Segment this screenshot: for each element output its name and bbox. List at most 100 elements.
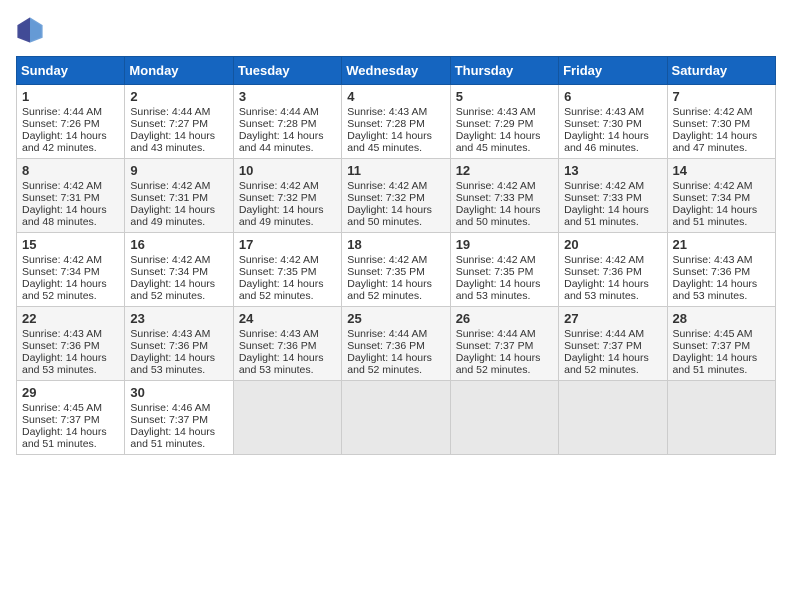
day-number: 16 [130, 237, 227, 252]
sunset-label: Sunset: 7:33 PM [564, 192, 642, 204]
sunset-label: Sunset: 7:32 PM [239, 192, 317, 204]
calendar-cell: 1 Sunrise: 4:44 AM Sunset: 7:26 PM Dayli… [17, 85, 125, 159]
day-number: 18 [347, 237, 444, 252]
day-number: 23 [130, 311, 227, 326]
sunset-label: Sunset: 7:37 PM [22, 414, 100, 426]
sunrise-label: Sunrise: 4:43 AM [347, 106, 427, 118]
day-number: 25 [347, 311, 444, 326]
daylight-label: Daylight: 14 hours and 52 minutes. [456, 352, 541, 376]
calendar-week-row: 1 Sunrise: 4:44 AM Sunset: 7:26 PM Dayli… [17, 85, 776, 159]
daylight-label: Daylight: 14 hours and 43 minutes. [130, 130, 215, 154]
sunrise-label: Sunrise: 4:43 AM [564, 106, 644, 118]
sunrise-label: Sunrise: 4:42 AM [22, 254, 102, 266]
day-number: 19 [456, 237, 553, 252]
daylight-label: Daylight: 14 hours and 52 minutes. [564, 352, 649, 376]
calendar-cell: 18 Sunrise: 4:42 AM Sunset: 7:35 PM Dayl… [342, 233, 450, 307]
sunrise-label: Sunrise: 4:46 AM [130, 402, 210, 414]
day-number: 11 [347, 163, 444, 178]
calendar-cell: 6 Sunrise: 4:43 AM Sunset: 7:30 PM Dayli… [559, 85, 667, 159]
weekday-header-row: SundayMondayTuesdayWednesdayThursdayFrid… [17, 57, 776, 85]
sunrise-label: Sunrise: 4:43 AM [130, 328, 210, 340]
daylight-label: Daylight: 14 hours and 50 minutes. [456, 204, 541, 228]
daylight-label: Daylight: 14 hours and 45 minutes. [456, 130, 541, 154]
calendar-cell [342, 381, 450, 455]
day-number: 9 [130, 163, 227, 178]
sunrise-label: Sunrise: 4:45 AM [673, 328, 753, 340]
calendar-cell: 10 Sunrise: 4:42 AM Sunset: 7:32 PM Dayl… [233, 159, 341, 233]
day-number: 10 [239, 163, 336, 178]
weekday-header: Saturday [667, 57, 775, 85]
day-number: 26 [456, 311, 553, 326]
day-number: 14 [673, 163, 770, 178]
daylight-label: Daylight: 14 hours and 53 minutes. [130, 352, 215, 376]
weekday-header: Tuesday [233, 57, 341, 85]
calendar-cell: 14 Sunrise: 4:42 AM Sunset: 7:34 PM Dayl… [667, 159, 775, 233]
weekday-header: Thursday [450, 57, 558, 85]
calendar-cell: 17 Sunrise: 4:42 AM Sunset: 7:35 PM Dayl… [233, 233, 341, 307]
sunset-label: Sunset: 7:35 PM [347, 266, 425, 278]
daylight-label: Daylight: 14 hours and 49 minutes. [130, 204, 215, 228]
daylight-label: Daylight: 14 hours and 51 minutes. [564, 204, 649, 228]
day-number: 15 [22, 237, 119, 252]
sunrise-label: Sunrise: 4:44 AM [347, 328, 427, 340]
day-number: 29 [22, 385, 119, 400]
day-number: 2 [130, 89, 227, 104]
sunrise-label: Sunrise: 4:43 AM [456, 106, 536, 118]
sunset-label: Sunset: 7:36 PM [22, 340, 100, 352]
calendar-cell: 7 Sunrise: 4:42 AM Sunset: 7:30 PM Dayli… [667, 85, 775, 159]
sunset-label: Sunset: 7:37 PM [130, 414, 208, 426]
weekday-header: Sunday [17, 57, 125, 85]
sunrise-label: Sunrise: 4:43 AM [673, 254, 753, 266]
sunrise-label: Sunrise: 4:42 AM [673, 180, 753, 192]
day-number: 5 [456, 89, 553, 104]
calendar-cell: 15 Sunrise: 4:42 AM Sunset: 7:34 PM Dayl… [17, 233, 125, 307]
page-header [16, 16, 776, 44]
calendar-cell [667, 381, 775, 455]
daylight-label: Daylight: 14 hours and 53 minutes. [22, 352, 107, 376]
daylight-label: Daylight: 14 hours and 47 minutes. [673, 130, 758, 154]
calendar-cell: 2 Sunrise: 4:44 AM Sunset: 7:27 PM Dayli… [125, 85, 233, 159]
sunset-label: Sunset: 7:30 PM [673, 118, 751, 130]
day-number: 21 [673, 237, 770, 252]
day-number: 3 [239, 89, 336, 104]
day-number: 24 [239, 311, 336, 326]
daylight-label: Daylight: 14 hours and 48 minutes. [22, 204, 107, 228]
daylight-label: Daylight: 14 hours and 53 minutes. [239, 352, 324, 376]
day-number: 22 [22, 311, 119, 326]
calendar-cell: 28 Sunrise: 4:45 AM Sunset: 7:37 PM Dayl… [667, 307, 775, 381]
daylight-label: Daylight: 14 hours and 53 minutes. [673, 278, 758, 302]
calendar-week-row: 8 Sunrise: 4:42 AM Sunset: 7:31 PM Dayli… [17, 159, 776, 233]
sunset-label: Sunset: 7:36 PM [564, 266, 642, 278]
sunset-label: Sunset: 7:31 PM [130, 192, 208, 204]
sunset-label: Sunset: 7:28 PM [239, 118, 317, 130]
day-number: 30 [130, 385, 227, 400]
calendar-cell: 25 Sunrise: 4:44 AM Sunset: 7:36 PM Dayl… [342, 307, 450, 381]
calendar-cell: 3 Sunrise: 4:44 AM Sunset: 7:28 PM Dayli… [233, 85, 341, 159]
sunset-label: Sunset: 7:29 PM [456, 118, 534, 130]
sunset-label: Sunset: 7:35 PM [239, 266, 317, 278]
sunset-label: Sunset: 7:26 PM [22, 118, 100, 130]
sunrise-label: Sunrise: 4:43 AM [239, 328, 319, 340]
daylight-label: Daylight: 14 hours and 52 minutes. [239, 278, 324, 302]
day-number: 17 [239, 237, 336, 252]
daylight-label: Daylight: 14 hours and 52 minutes. [22, 278, 107, 302]
sunrise-label: Sunrise: 4:43 AM [22, 328, 102, 340]
day-number: 13 [564, 163, 661, 178]
daylight-label: Daylight: 14 hours and 51 minutes. [673, 352, 758, 376]
sunset-label: Sunset: 7:28 PM [347, 118, 425, 130]
calendar-week-row: 15 Sunrise: 4:42 AM Sunset: 7:34 PM Dayl… [17, 233, 776, 307]
sunrise-label: Sunrise: 4:42 AM [239, 180, 319, 192]
calendar-week-row: 29 Sunrise: 4:45 AM Sunset: 7:37 PM Dayl… [17, 381, 776, 455]
calendar-week-row: 22 Sunrise: 4:43 AM Sunset: 7:36 PM Dayl… [17, 307, 776, 381]
sunset-label: Sunset: 7:36 PM [130, 340, 208, 352]
daylight-label: Daylight: 14 hours and 50 minutes. [347, 204, 432, 228]
daylight-label: Daylight: 14 hours and 49 minutes. [239, 204, 324, 228]
calendar-cell [450, 381, 558, 455]
logo-icon [16, 16, 44, 44]
day-number: 28 [673, 311, 770, 326]
daylight-label: Daylight: 14 hours and 51 minutes. [22, 426, 107, 450]
sunrise-label: Sunrise: 4:42 AM [130, 180, 210, 192]
calendar-cell: 13 Sunrise: 4:42 AM Sunset: 7:33 PM Dayl… [559, 159, 667, 233]
sunrise-label: Sunrise: 4:44 AM [239, 106, 319, 118]
sunrise-label: Sunrise: 4:42 AM [456, 254, 536, 266]
